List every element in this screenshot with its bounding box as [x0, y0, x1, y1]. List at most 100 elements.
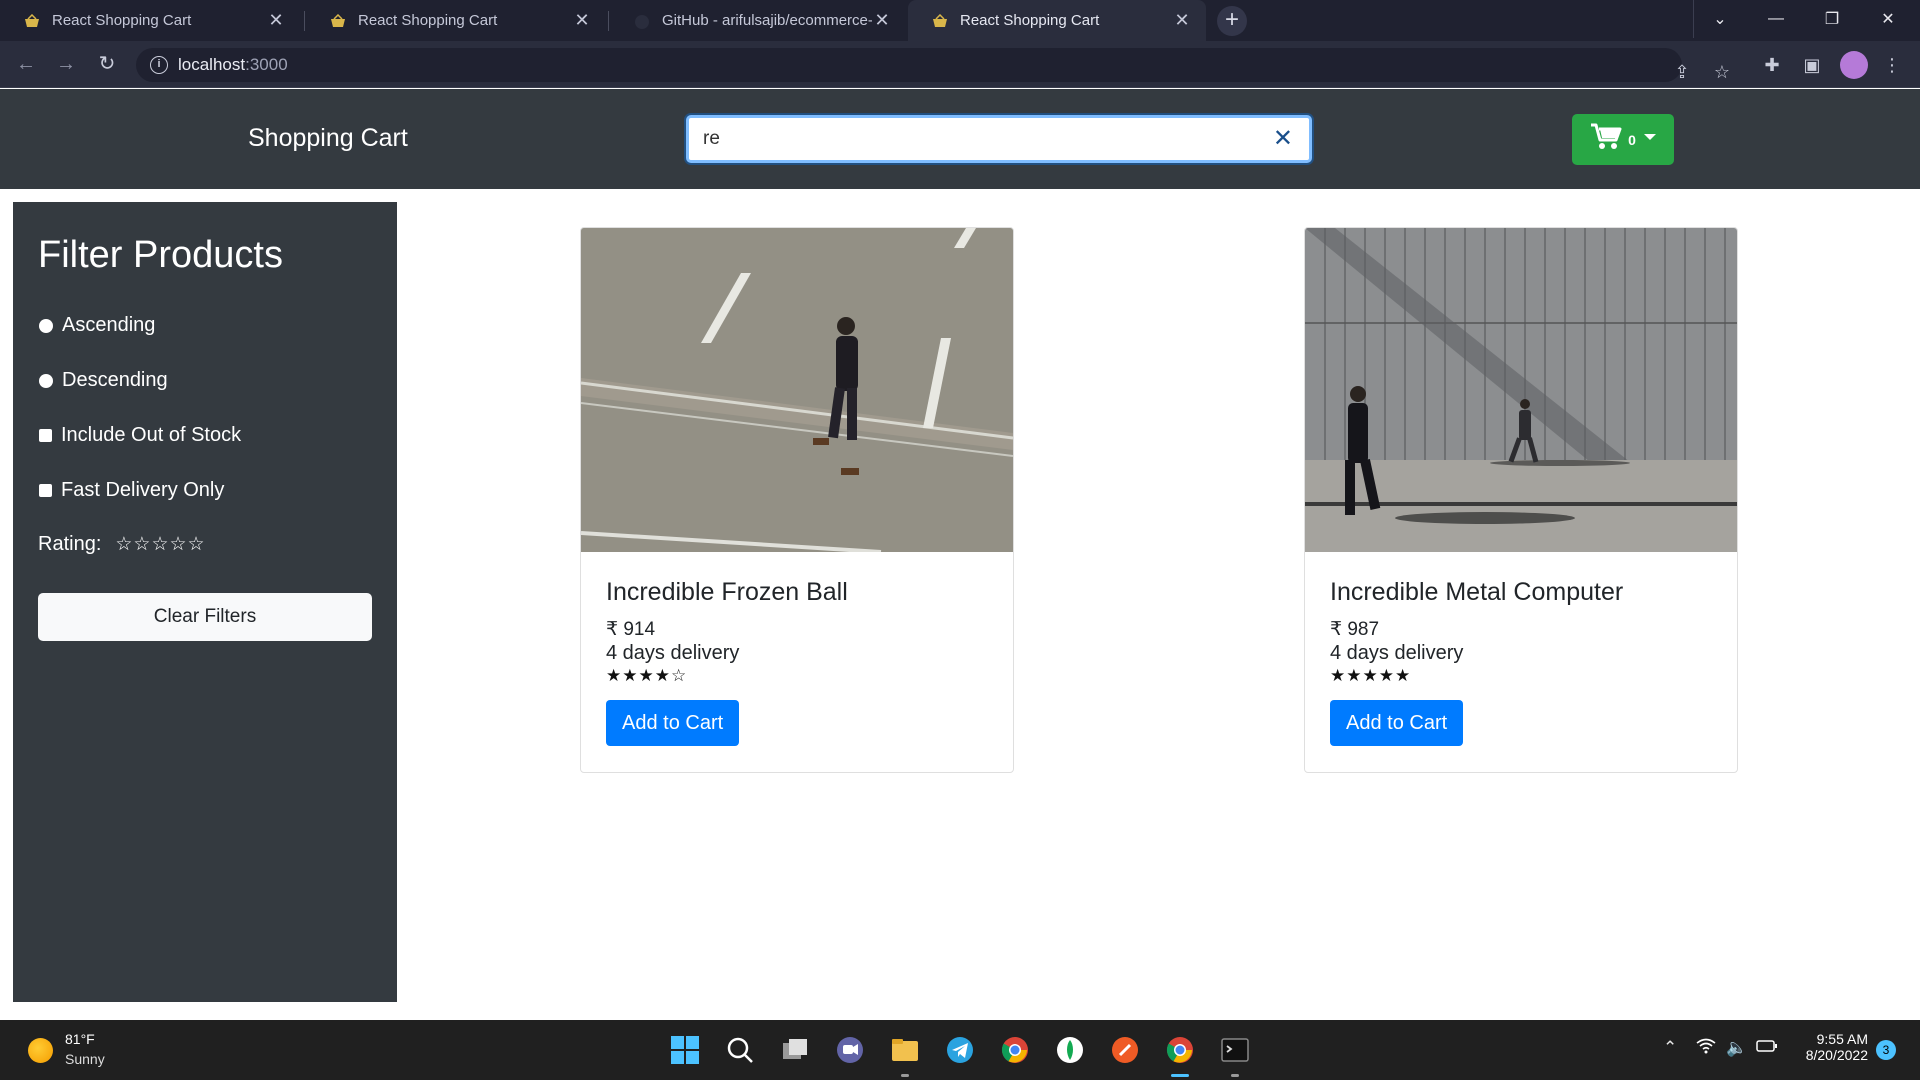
rating-label: Rating: — [38, 533, 102, 555]
tab-separator — [304, 11, 305, 31]
browser-tab[interactable]: React Shopping Cart ✕ — [0, 0, 300, 41]
reload-icon[interactable]: ↻ — [93, 51, 121, 79]
caret-down-icon — [1643, 133, 1656, 140]
product-card: Incredible Metal Computer ₹ 987 4 days d… — [1304, 227, 1738, 773]
filter-label: Descending — [62, 369, 168, 391]
profile-avatar-icon[interactable] — [1840, 51, 1868, 79]
github-icon — [634, 14, 650, 29]
clear-search-icon[interactable]: ✕ — [1273, 126, 1293, 152]
add-to-cart-button[interactable]: Add to Cart — [606, 700, 740, 746]
browser-toolbar: ← → ↻ i localhost:3000 ⇪ ☆ ✚ ▣ ⋮ — [0, 41, 1920, 88]
active-indicator — [1171, 1074, 1189, 1077]
tab-search-icon[interactable]: ⌄ — [1693, 0, 1747, 38]
product-delivery: 4 days delivery — [606, 642, 740, 664]
product-rating-stars: ★★★★☆ — [606, 666, 688, 685]
side-panel-icon[interactable]: ▣ — [1800, 53, 1824, 77]
product-rating-stars: ★★★★★ — [1330, 666, 1412, 685]
postman-icon[interactable] — [1110, 1035, 1140, 1065]
filter-fast-delivery[interactable]: Fast Delivery Only — [39, 479, 224, 502]
browser-tab-bar: React Shopping Cart ✕ React Shopping Car… — [0, 0, 1920, 41]
mongodb-compass-icon[interactable] — [1055, 1035, 1085, 1065]
url-text: localhost:3000 — [178, 55, 288, 75]
tab-title: React Shopping Cart — [52, 12, 192, 29]
extensions-icon[interactable]: ✚ — [1760, 53, 1784, 77]
url-host: localhost — [178, 55, 246, 74]
filter-label: Fast Delivery Only — [61, 479, 225, 501]
file-explorer-icon[interactable] — [890, 1035, 920, 1065]
tab-title: React Shopping Cart — [960, 12, 1100, 29]
rating-stars-input[interactable]: ☆☆☆☆☆ — [115, 533, 205, 556]
running-indicator — [1231, 1074, 1239, 1077]
chevron-up-icon[interactable]: ⌃ — [1663, 1038, 1677, 1058]
clock-date: 8/20/2022 — [1805, 1047, 1868, 1063]
chrome-active-icon[interactable] — [1165, 1035, 1195, 1065]
checkbox[interactable] — [39, 429, 52, 442]
cart-count: 0 — [1628, 131, 1636, 148]
filter-title: Filter Products — [38, 234, 283, 276]
filter-descending[interactable]: Descending — [39, 369, 168, 392]
cart-dropdown-button[interactable]: 0 — [1572, 114, 1674, 165]
product-price: ₹ 987 — [1330, 619, 1380, 640]
wifi-icon[interactable] — [1696, 1038, 1716, 1059]
checkbox[interactable] — [39, 484, 52, 497]
menu-kebab-icon[interactable]: ⋮ — [1880, 53, 1904, 77]
filter-ascending[interactable]: Ascending — [39, 314, 155, 337]
url-port: :3000 — [245, 55, 288, 74]
share-icon[interactable]: ⇪ — [1670, 60, 1694, 84]
product-card: Incredible Frozen Ball ₹ 914 4 days deli… — [580, 227, 1014, 773]
restore-icon[interactable]: ❐ — [1805, 0, 1859, 38]
filter-out-of-stock[interactable]: Include Out of Stock — [39, 424, 241, 447]
task-view-icon[interactable] — [780, 1035, 810, 1065]
forward-icon[interactable]: → — [52, 51, 80, 79]
product-image — [1305, 228, 1737, 552]
back-icon[interactable]: ← — [12, 51, 40, 79]
filter-label: Ascending — [62, 314, 156, 336]
product-delivery: 4 days delivery — [1330, 642, 1464, 664]
volume-icon[interactable]: 🔈 — [1726, 1038, 1747, 1058]
telegram-icon[interactable] — [945, 1035, 975, 1065]
filter-label: Include Out of Stock — [61, 424, 242, 446]
app-navbar: Shopping Cart ✕ 0 — [0, 89, 1920, 189]
browser-tab[interactable]: GitHub - arifulsajib/ecommerce- ✕ — [610, 0, 906, 41]
browser-tab[interactable]: React Shopping Cart ✕ — [306, 0, 606, 41]
teams-chat-icon[interactable] — [835, 1035, 865, 1065]
brand-title[interactable]: Shopping Cart — [248, 124, 408, 153]
close-tab-icon[interactable]: ✕ — [872, 10, 892, 31]
os-taskbar: 81°F Sunny ⌃ 🔈 9:55 AM 8/20/2022 3 — [0, 1020, 1920, 1080]
running-indicator — [901, 1074, 909, 1077]
search-icon[interactable] — [725, 1035, 755, 1065]
battery-icon[interactable] — [1756, 1038, 1778, 1058]
product-name: Incredible Metal Computer — [1330, 578, 1624, 606]
clock-time: 9:55 AM — [1816, 1031, 1868, 1047]
radio-button[interactable] — [39, 373, 53, 388]
minimize-icon[interactable]: — — [1749, 0, 1803, 38]
tab-separator — [608, 11, 609, 31]
close-window-icon[interactable]: ✕ — [1861, 0, 1915, 38]
product-image — [581, 228, 1013, 552]
site-info-icon[interactable]: i — [150, 56, 168, 74]
weather-condition[interactable]: Sunny — [65, 1051, 105, 1067]
sun-icon[interactable] — [28, 1038, 53, 1063]
bookmark-star-icon[interactable]: ☆ — [1710, 60, 1734, 84]
system-clock[interactable]: 9:55 AM 8/20/2022 — [1794, 1031, 1868, 1063]
close-tab-icon[interactable]: ✕ — [572, 10, 592, 31]
address-bar[interactable]: i localhost:3000 ⇪ ☆ — [136, 48, 1730, 82]
notification-badge[interactable]: 3 — [1876, 1040, 1896, 1060]
weather-temperature[interactable]: 81°F — [65, 1031, 95, 1047]
add-to-cart-button[interactable]: Add to Cart — [1330, 700, 1464, 746]
close-tab-icon[interactable]: ✕ — [1172, 10, 1192, 31]
terminal-icon[interactable] — [1220, 1035, 1250, 1065]
clear-filters-button[interactable]: Clear Filters — [38, 593, 372, 641]
close-tab-icon[interactable]: ✕ — [266, 10, 286, 31]
radio-button[interactable] — [39, 318, 53, 333]
browser-tab-active[interactable]: React Shopping Cart ✕ — [908, 0, 1206, 41]
rating-filter: Rating: ☆☆☆☆☆ — [38, 533, 206, 556]
product-price: ₹ 914 — [606, 619, 656, 640]
new-tab-button[interactable]: + — [1217, 6, 1247, 36]
windows-start-icon[interactable] — [670, 1035, 700, 1065]
filter-sidebar: Filter Products Ascending Descending Inc… — [13, 202, 397, 1002]
search-box[interactable]: ✕ — [686, 115, 1312, 163]
tab-title: React Shopping Cart — [358, 12, 498, 29]
chrome-icon[interactable] — [1000, 1035, 1030, 1065]
search-input[interactable] — [703, 126, 1243, 152]
